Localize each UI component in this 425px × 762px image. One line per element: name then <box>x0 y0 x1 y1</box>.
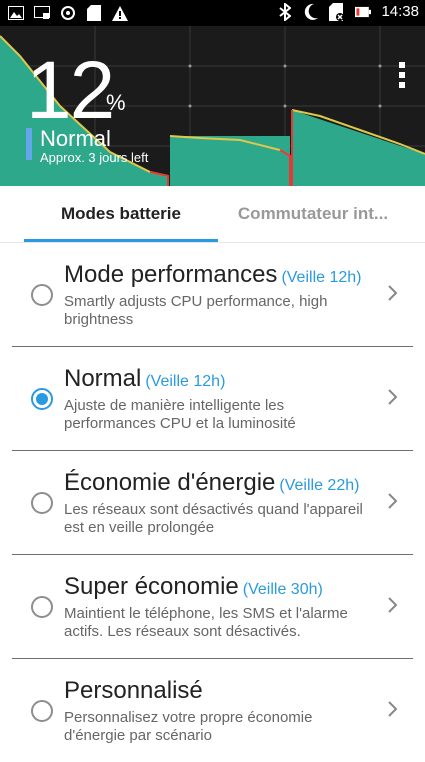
mode-standby: (Veille 22h) <box>279 477 360 494</box>
chevron-right-icon <box>388 389 398 405</box>
mode-description: Les réseaux sont désactivés quand l'appa… <box>64 501 363 536</box>
moon-icon <box>303 3 319 20</box>
mode-title: Normal <box>64 365 142 392</box>
mode-item-performances[interactable]: Mode performances (Veille 12h) Smartly ad… <box>12 243 413 347</box>
mode-item-economie[interactable]: Économie d'énergie (Veille 22h) Les résea… <box>12 451 413 555</box>
mode-item-super-economie[interactable]: Super économie (Veille 30h) Maintient le … <box>12 555 413 659</box>
no-sim-icon <box>329 2 345 21</box>
cast-icon <box>34 5 50 21</box>
radio-button[interactable] <box>31 700 53 722</box>
approx-time-left: Approx. 3 jours left <box>40 150 149 165</box>
image-icon <box>8 5 24 21</box>
mode-standby: (Veille 30h) <box>242 581 323 598</box>
battery-low-icon <box>355 4 372 20</box>
chevron-right-icon <box>388 285 398 301</box>
mode-title: Super économie <box>64 573 239 600</box>
current-mode-label: Normal <box>40 126 111 151</box>
wifi-assist-icon <box>60 5 76 21</box>
radio-button[interactable] <box>31 284 53 306</box>
tab-indicator <box>24 239 218 242</box>
tab-bar: Modes batterie Commutateur int... <box>0 186 425 243</box>
more-vert-icon[interactable] <box>399 62 405 88</box>
battery-mode-list: Mode performances (Veille 12h) Smartly ad… <box>0 243 425 762</box>
mode-indicator-bar <box>26 128 32 160</box>
mode-item-personnalise[interactable]: Personnalisé Personnalisez votre propre … <box>12 659 413 762</box>
radio-button-selected[interactable] <box>31 388 53 410</box>
mode-description: Ajuste de manière intelligente les perfo… <box>64 397 296 432</box>
radio-button[interactable] <box>31 492 53 514</box>
mode-standby: (Veille 12h) <box>281 269 362 286</box>
bluetooth-icon <box>277 2 293 21</box>
mode-description: Smartly adjusts CPU performance, high br… <box>64 293 328 328</box>
mode-title: Économie d'énergie <box>64 469 276 496</box>
battery-graph: 12 % Normal Approx. 3 jours left <box>0 26 425 186</box>
chevron-right-icon <box>388 493 398 509</box>
mode-title: Personnalisé <box>64 677 203 704</box>
status-bar: 14:38 <box>0 0 425 26</box>
warning-icon <box>112 5 128 21</box>
mode-description: Maintient le téléphone, les SMS et l'ala… <box>64 605 348 640</box>
mode-title: Mode performances <box>64 261 278 288</box>
radio-button[interactable] <box>31 596 53 618</box>
percent-sign: % <box>106 90 126 115</box>
status-time: 14:38 <box>381 3 419 20</box>
sd-card-icon <box>86 5 102 21</box>
chevron-right-icon <box>388 701 398 717</box>
tab-commutateur[interactable]: Commutateur int... <box>218 186 408 242</box>
chevron-right-icon <box>388 597 398 613</box>
tab-modes-batterie[interactable]: Modes batterie <box>24 186 218 242</box>
mode-item-normal[interactable]: Normal (Veille 12h) Ajuste de manière int… <box>12 347 413 451</box>
mode-standby: (Veille 12h) <box>145 373 226 390</box>
battery-percentage: 12 <box>26 45 115 136</box>
